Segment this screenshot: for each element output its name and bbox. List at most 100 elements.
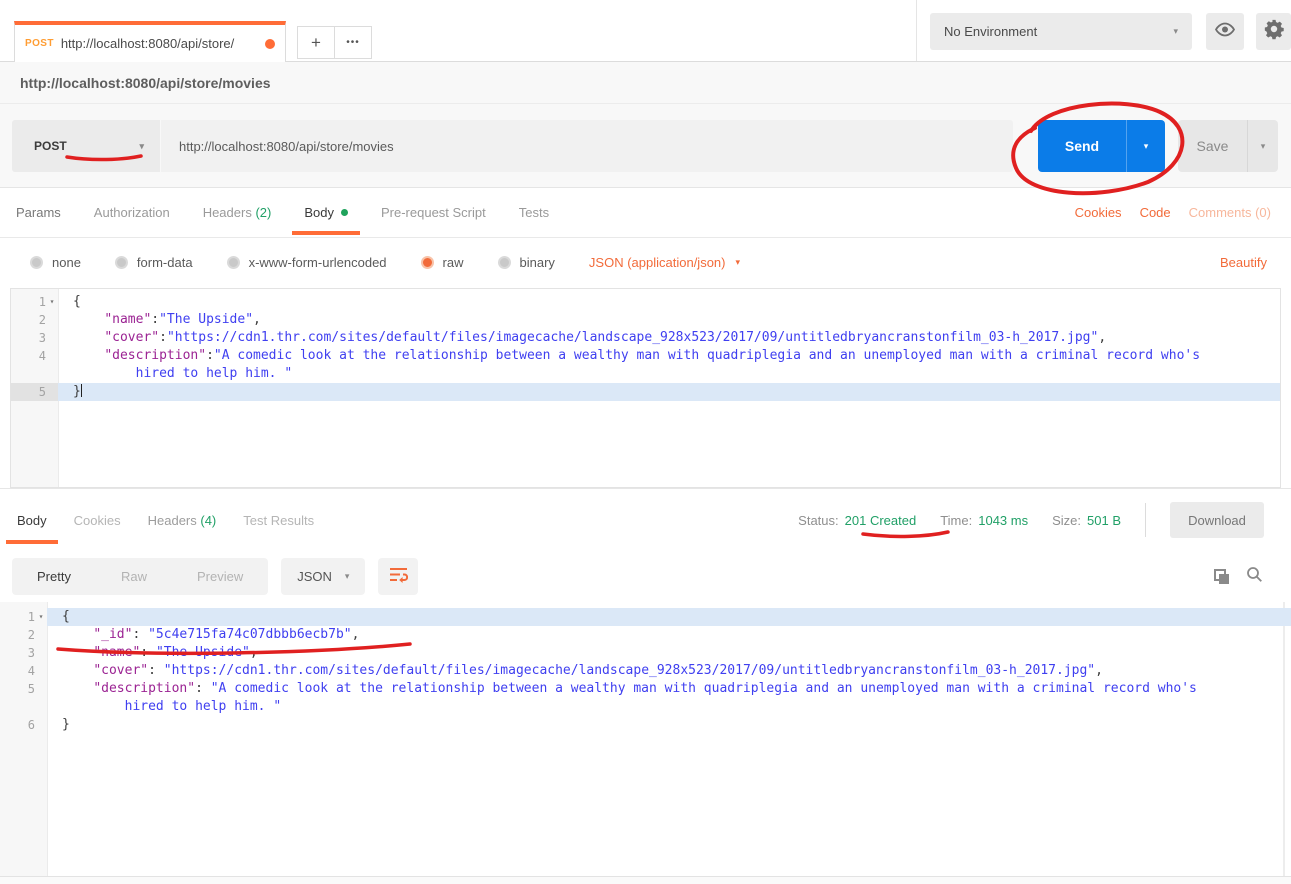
tab-body-label: Body xyxy=(304,205,334,220)
response-tab-body[interactable]: Body xyxy=(17,513,47,528)
send-button[interactable]: Send ▾ xyxy=(1038,120,1165,172)
code-text: hired to help him. " xyxy=(58,365,1280,383)
chevron-down-icon: ▾ xyxy=(1261,142,1266,151)
radio-form-data-label: form-data xyxy=(137,255,193,270)
new-tab-button[interactable]: + xyxy=(298,27,334,58)
code-line: 4 "description":"A comedic look at the r… xyxy=(11,347,1280,365)
tab-bar: POST http://localhost:8080/api/store/ + … xyxy=(0,0,1291,62)
radio-form-data[interactable]: form-data xyxy=(115,255,193,270)
settings-button[interactable] xyxy=(1256,13,1291,50)
time-label: Time: xyxy=(940,513,972,528)
response-tab-headers[interactable]: Headers (4) xyxy=(148,513,217,528)
body-modified-dot xyxy=(341,209,348,216)
response-body-viewer[interactable]: 1▾{2 "_id": "5c4e715fa74c07dbbb6ecb7b",3… xyxy=(0,602,1291,876)
response-tab-test-results[interactable]: Test Results xyxy=(243,513,314,528)
time-value: 1043 ms xyxy=(978,513,1028,528)
copy-icon[interactable] xyxy=(1214,569,1229,584)
save-label: Save xyxy=(1178,120,1247,172)
tab-authorization[interactable]: Authorization xyxy=(94,205,170,220)
line-number-gutter: 4 xyxy=(11,347,58,365)
line-number-gutter: 4 xyxy=(0,662,47,680)
code-line: 1▾{ xyxy=(11,293,1280,311)
code-text: "cover": "https://cdn1.thr.com/sites/def… xyxy=(47,662,1291,680)
code-text: } xyxy=(47,716,1291,734)
divider xyxy=(1145,503,1146,537)
gear-icon xyxy=(1263,18,1285,45)
line-number-gutter: 6 xyxy=(0,716,47,734)
time-badge: Time: 1043 ms xyxy=(940,513,1028,528)
response-tab-cookies[interactable]: Cookies xyxy=(74,513,121,528)
line-number-gutter: 2 xyxy=(11,311,58,329)
fold-caret-icon[interactable]: ▾ xyxy=(46,293,58,311)
tab-pre-request-script[interactable]: Pre-request Script xyxy=(381,205,486,220)
method-label: POST xyxy=(34,139,67,153)
radio-raw-label: raw xyxy=(443,255,464,270)
request-links: Cookies Code Comments (0) xyxy=(1075,205,1291,220)
code-text: "cover":"https://cdn1.thr.com/sites/defa… xyxy=(58,329,1280,347)
unsaved-changes-dot xyxy=(265,39,275,49)
response-headers-label: Headers xyxy=(148,513,197,528)
line-number-gutter: 1▾ xyxy=(0,608,47,626)
tab-headers[interactable]: Headers (2) xyxy=(203,205,272,220)
comments-link[interactable]: Comments (0) xyxy=(1189,205,1271,220)
tab-params[interactable]: Params xyxy=(16,205,61,220)
radio-none[interactable]: none xyxy=(30,255,81,270)
chevron-down-icon: ▾ xyxy=(1173,27,1178,36)
beautify-link[interactable]: Beautify xyxy=(1220,255,1291,270)
save-button[interactable]: Save ▾ xyxy=(1178,120,1278,172)
content-type-label: JSON (application/json) xyxy=(589,255,726,270)
cookies-link[interactable]: Cookies xyxy=(1075,205,1122,220)
request-builder: POST ▾ http://localhost:8080/api/store/m… xyxy=(0,104,1291,188)
tab-method-label: POST xyxy=(25,38,54,49)
code-text: "description":"A comedic look at the rel… xyxy=(58,347,1280,365)
response-actions xyxy=(1214,566,1291,588)
download-button[interactable]: Download xyxy=(1170,502,1264,538)
radio-icon xyxy=(115,256,128,269)
request-tab[interactable]: POST http://localhost:8080/api/store/ xyxy=(14,21,286,62)
code-link[interactable]: Code xyxy=(1140,205,1171,220)
save-options-button[interactable]: ▾ xyxy=(1247,120,1278,172)
environment-label: No Environment xyxy=(944,24,1037,39)
response-language-selector[interactable]: JSON ▾ xyxy=(281,558,365,595)
tab-url-label: http://localhost:8080/api/store/ xyxy=(61,36,258,51)
search-icon[interactable] xyxy=(1246,566,1263,588)
environment-selector[interactable]: No Environment ▾ xyxy=(930,13,1192,50)
radio-urlencoded[interactable]: x-www-form-urlencoded xyxy=(227,255,387,270)
send-options-button[interactable]: ▾ xyxy=(1126,120,1165,172)
code-line: 2 "_id": "5c4e715fa74c07dbbb6ecb7b", xyxy=(0,626,1291,644)
tab-tests[interactable]: Tests xyxy=(519,205,549,220)
code-text: "name":"The Upside", xyxy=(58,311,1280,329)
url-input[interactable]: http://localhost:8080/api/store/movies xyxy=(161,120,1013,172)
chevron-down-icon: ▾ xyxy=(735,258,740,267)
code-text: hired to help him. " xyxy=(47,698,1291,716)
line-number-gutter xyxy=(0,698,47,716)
radio-icon xyxy=(30,256,43,269)
code-text: { xyxy=(58,293,1280,311)
code-line: hired to help him. " xyxy=(0,698,1291,716)
environment-quicklook-button[interactable] xyxy=(1206,13,1244,50)
line-number-gutter: 5 xyxy=(0,680,47,698)
radio-binary[interactable]: binary xyxy=(498,255,555,270)
view-pretty[interactable]: Pretty xyxy=(12,569,96,584)
radio-icon xyxy=(498,256,511,269)
code-line: 5} xyxy=(11,383,1280,401)
tab-body[interactable]: Body xyxy=(304,205,348,220)
wrap-lines-button[interactable] xyxy=(378,558,418,595)
method-selector[interactable]: POST ▾ xyxy=(12,120,160,172)
fold-caret-icon[interactable]: ▾ xyxy=(35,608,47,626)
view-preview[interactable]: Preview xyxy=(172,569,268,584)
response-toolbar: Pretty Raw Preview JSON ▾ xyxy=(0,551,1291,602)
content-type-selector[interactable]: JSON (application/json) ▾ xyxy=(589,255,740,270)
line-number-gutter xyxy=(11,365,58,383)
request-body-editor[interactable]: 1▾{2 "name":"The Upside",3 "cover":"http… xyxy=(10,288,1281,488)
postman-app: POST http://localhost:8080/api/store/ + … xyxy=(0,0,1291,884)
response-view-switch: Pretty Raw Preview xyxy=(12,558,268,595)
eye-icon xyxy=(1214,22,1236,42)
bottom-bar xyxy=(0,876,1291,884)
view-raw[interactable]: Raw xyxy=(96,569,172,584)
send-label: Send xyxy=(1038,120,1126,172)
code-text: { xyxy=(47,608,1291,626)
radio-raw[interactable]: raw xyxy=(421,255,464,270)
tab-options-button[interactable]: ••• xyxy=(334,27,371,58)
response-status-group: Status:201 Created Time:1043 ms Size:501… xyxy=(798,502,1291,538)
